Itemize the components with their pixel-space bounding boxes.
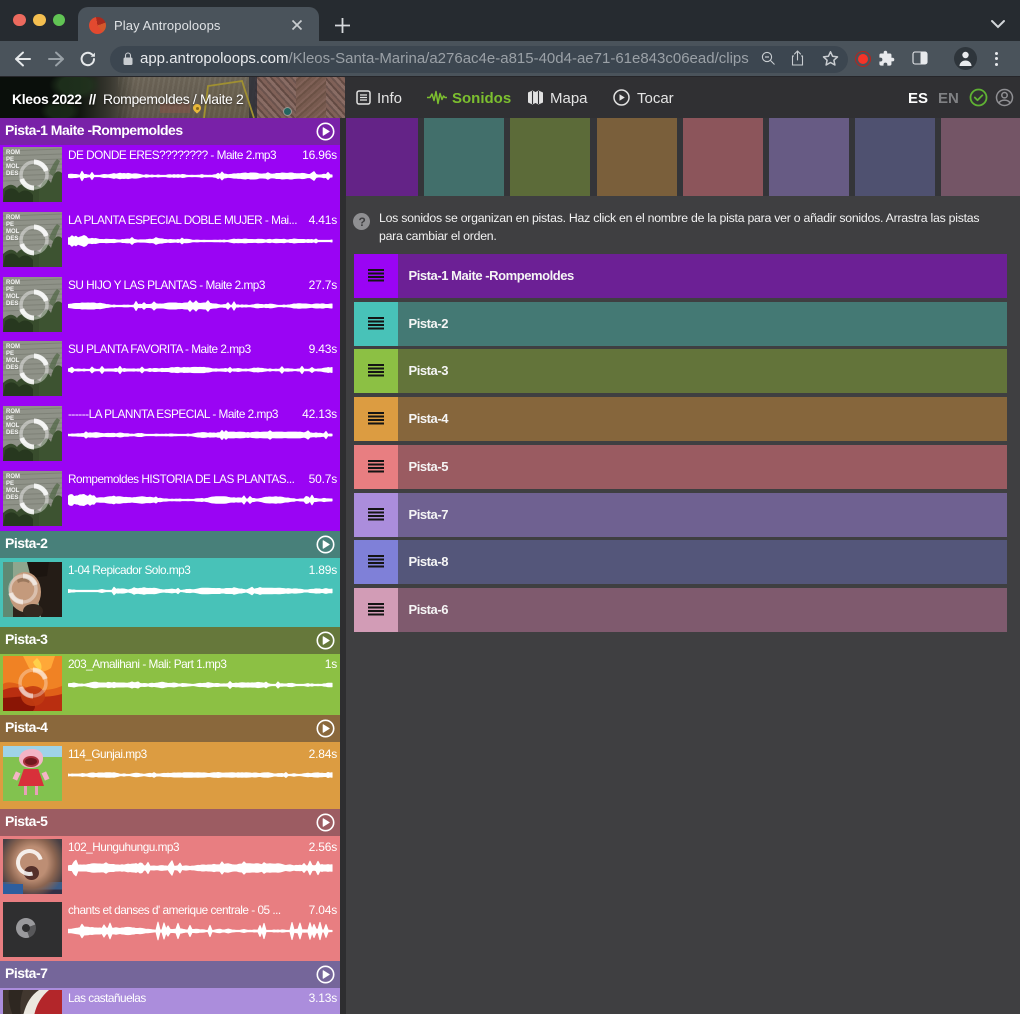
svg-text:ROM: ROM (6, 280, 20, 286)
svg-text:DES: DES (6, 171, 18, 177)
svg-text:ROM: ROM (6, 150, 20, 156)
svg-text:DES: DES (6, 301, 18, 307)
svg-text:ROM: ROM (6, 409, 20, 415)
svg-text:ROM: ROM (6, 474, 20, 480)
svg-text:ROM: ROM (6, 344, 20, 350)
svg-text:PE: PE (6, 481, 14, 487)
svg-text:MOL: MOL (6, 423, 20, 429)
svg-text:MOL: MOL (6, 488, 20, 494)
svg-text:PE: PE (6, 351, 14, 357)
svg-text:DES: DES (6, 495, 18, 501)
svg-text:PE: PE (6, 222, 14, 228)
svg-text:MOL: MOL (6, 229, 20, 235)
svg-text:DES: DES (6, 430, 18, 436)
svg-text:PE: PE (6, 416, 14, 422)
svg-text:PE: PE (6, 287, 14, 293)
svg-text:MOL: MOL (6, 294, 20, 300)
svg-text:DES: DES (6, 365, 18, 371)
svg-text:ROM: ROM (6, 215, 20, 221)
svg-text:MOL: MOL (6, 164, 20, 170)
svg-text:DES: DES (6, 236, 18, 242)
svg-text:MOL: MOL (6, 358, 20, 364)
svg-text:PE: PE (6, 157, 14, 163)
